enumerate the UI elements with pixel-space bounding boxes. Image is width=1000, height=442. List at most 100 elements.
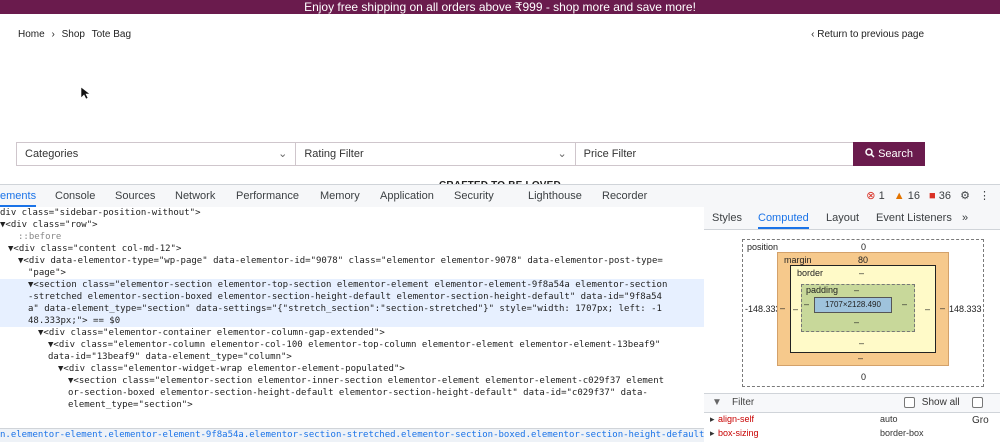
margin-box: margin 80 – – – border – – – – padding –… bbox=[777, 252, 949, 366]
position-bottom-value[interactable]: 0 bbox=[861, 372, 866, 382]
dom-line[interactable]: or-section-boxed elementor-section-heigh… bbox=[68, 387, 648, 399]
error-count[interactable]: 1 bbox=[879, 190, 885, 202]
dom-line[interactable]: ▼<div class="row"> bbox=[0, 219, 98, 231]
settings-gear-icon[interactable]: ⚙ bbox=[960, 190, 970, 202]
dom-line[interactable]: div class="sidebar-position-without"> bbox=[0, 207, 200, 219]
tab-elements[interactable]: ements bbox=[0, 185, 37, 207]
dom-line[interactable]: "page"> bbox=[28, 267, 66, 279]
position-left-value[interactable]: -148.333 bbox=[745, 304, 781, 314]
dom-line[interactable]: ▼<div class="elementor-column elementor-… bbox=[48, 339, 660, 351]
margin-bottom-value[interactable]: – bbox=[858, 353, 863, 363]
margin-right-value[interactable]: – bbox=[940, 303, 945, 313]
dom-line[interactable]: data-id="13beaf9" data-element_type="col… bbox=[48, 351, 292, 363]
tab-lighthouse[interactable]: Lighthouse bbox=[528, 185, 582, 207]
expand-arrow-icon[interactable]: ▸ bbox=[710, 413, 715, 425]
dom-line[interactable]: ▼<div data-elementor-type="wp-page" data… bbox=[18, 255, 663, 267]
filter-bar: Categories ⌄ Rating Filter ⌄ Price Filte… bbox=[16, 142, 855, 166]
padding-bottom-value[interactable]: – bbox=[854, 317, 859, 327]
dom-line[interactable]: ▼<div class="content col-md-12"> bbox=[8, 243, 181, 255]
computed-filter-input[interactable]: Filter bbox=[732, 394, 754, 412]
shipping-banner: Enjoy free shipping on all orders above … bbox=[0, 0, 1000, 14]
margin-top-value[interactable]: 80 bbox=[858, 255, 868, 265]
more-options-icon[interactable]: ⋮ bbox=[979, 190, 990, 202]
dom-line[interactable]: element_type="section"> bbox=[68, 399, 193, 411]
styles-sidebar: Styles Computed Layout Event Listeners »… bbox=[704, 207, 1000, 441]
rating-filter-label: Rating Filter bbox=[304, 148, 364, 160]
show-all-checkbox[interactable] bbox=[904, 396, 915, 408]
breadcrumb-home[interactable]: Home bbox=[18, 29, 45, 40]
tab-application[interactable]: Application bbox=[380, 185, 434, 207]
padding-label: padding bbox=[806, 285, 839, 295]
tab-sources[interactable]: Sources bbox=[115, 185, 155, 207]
tab-security[interactable]: Security bbox=[454, 185, 494, 207]
search-button-label: Search bbox=[878, 148, 913, 160]
property-value: auto bbox=[880, 414, 898, 424]
rating-filter-dropdown[interactable]: Rating Filter ⌄ bbox=[296, 143, 576, 165]
tab-more[interactable]: » bbox=[962, 207, 968, 229]
issues-icon: ■ bbox=[929, 190, 936, 202]
property-name: box-sizing bbox=[718, 428, 759, 438]
margin-label: margin bbox=[784, 255, 812, 265]
dom-line[interactable]: ▼<section class="elementor-section eleme… bbox=[68, 375, 664, 387]
search-icon bbox=[865, 148, 878, 160]
show-all-toggle[interactable]: Show all bbox=[904, 394, 960, 412]
breadcrumb-current: Tote Bag bbox=[91, 29, 132, 40]
dom-line[interactable]: ::before bbox=[18, 231, 61, 243]
return-link[interactable]: ‹ Return to previous page bbox=[811, 29, 924, 40]
tab-performance[interactable]: Performance bbox=[236, 185, 299, 207]
border-left-value[interactable]: – bbox=[793, 304, 798, 314]
border-bottom-value[interactable]: – bbox=[859, 338, 864, 348]
border-top-value[interactable]: – bbox=[859, 268, 864, 278]
padding-right-value[interactable]: – bbox=[902, 299, 907, 309]
warning-count[interactable]: 16 bbox=[908, 190, 920, 202]
chevron-down-icon: ⌄ bbox=[278, 148, 288, 160]
dom-line[interactable]: ▼<div class="elementor-container element… bbox=[38, 327, 385, 339]
padding-box: padding – – – – 1707×2128.490 bbox=[801, 284, 915, 332]
tab-event-listeners[interactable]: Event Listeners bbox=[876, 207, 952, 229]
tab-memory[interactable]: Memory bbox=[320, 185, 360, 207]
tab-styles[interactable]: Styles bbox=[712, 207, 742, 229]
content-box[interactable]: 1707×2128.490 bbox=[814, 297, 892, 313]
search-button[interactable]: Search bbox=[853, 142, 925, 166]
dom-line-selected[interactable]: -stretched elementor-section-boxed eleme… bbox=[28, 291, 662, 303]
computed-property-row[interactable]: ▸ box-sizing border-box bbox=[704, 427, 1000, 439]
categories-dropdown[interactable]: Categories ⌄ bbox=[17, 143, 297, 165]
box-model-diagram: position 0 0 -148.333 148.333 margin 80 … bbox=[742, 239, 984, 387]
elements-tree: div class="sidebar-position-without"> ▼<… bbox=[0, 207, 705, 428]
tab-console[interactable]: Console bbox=[55, 185, 95, 207]
computed-filter-bar: ▼ Filter Show all Gro bbox=[704, 393, 1000, 426]
dom-line-selected[interactable]: ▼<section class="elementor-section eleme… bbox=[28, 279, 667, 291]
computed-property-row[interactable]: ▸ align-self auto bbox=[704, 413, 1000, 425]
price-filter-dropdown[interactable]: Price Filter bbox=[576, 143, 854, 165]
margin-left-value[interactable]: – bbox=[780, 303, 785, 313]
tab-recorder[interactable]: Recorder bbox=[602, 185, 647, 207]
breadcrumb-shop[interactable]: Shop bbox=[62, 29, 85, 40]
warning-icon: ▲ bbox=[893, 190, 905, 202]
padding-top-value[interactable]: – bbox=[854, 285, 859, 295]
shop-page: Home › Shop Tote Bag ‹ Return to previou… bbox=[0, 14, 1000, 196]
filter-icon: ▼ bbox=[712, 397, 722, 408]
position-top-value[interactable]: 0 bbox=[861, 242, 866, 252]
tab-computed[interactable]: Computed bbox=[758, 207, 809, 229]
position-label: position bbox=[747, 242, 779, 252]
banner-text: Enjoy free shipping on all orders above … bbox=[304, 0, 696, 14]
property-name: align-self bbox=[718, 414, 755, 424]
tab-layout[interactable]: Layout bbox=[826, 207, 859, 229]
group-checkbox[interactable] bbox=[972, 396, 983, 408]
property-value: border-box bbox=[880, 428, 924, 438]
expand-arrow-icon[interactable]: ▸ bbox=[710, 427, 715, 439]
categories-label: Categories bbox=[25, 148, 79, 160]
border-label: border bbox=[797, 268, 824, 278]
tab-network[interactable]: Network bbox=[175, 185, 215, 207]
dom-line-selected[interactable]: a" data-element_type="section" data-sett… bbox=[28, 303, 662, 315]
breadcrumb-separator: › bbox=[51, 29, 55, 40]
issues-count[interactable]: 36 bbox=[939, 190, 951, 202]
position-right-value[interactable]: 148.333 bbox=[949, 304, 982, 314]
dom-line-selected[interactable]: 48.333px;"> == $0 bbox=[28, 315, 120, 327]
devtools-status: ⊗ 1 ▲ 16 ■ 36 ⚙ ⋮ bbox=[860, 185, 990, 207]
dom-line[interactable]: ▼<div class="elementor-widget-wrap eleme… bbox=[58, 363, 405, 375]
error-icon: ⊗ bbox=[866, 190, 876, 202]
padding-left-value[interactable]: – bbox=[804, 299, 809, 309]
return-link-text: Return to previous page bbox=[817, 29, 924, 40]
border-right-value[interactable]: – bbox=[925, 304, 930, 314]
